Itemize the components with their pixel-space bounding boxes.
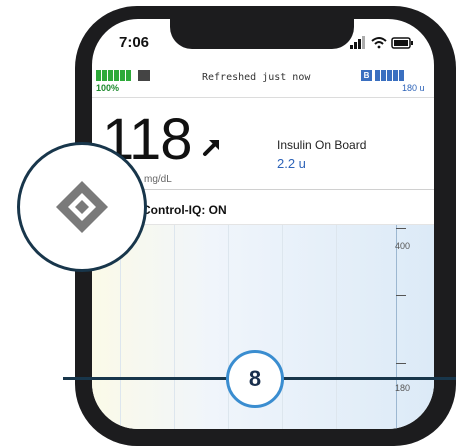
refresh-status: Refreshed just now [202,72,311,83]
cgm-sensor-icon [138,70,150,81]
insulin-remaining: 180 u [402,83,425,93]
wifi-icon [371,37,387,49]
bolus-badge: B [361,70,372,81]
iob-value: 2.2 u [277,156,306,171]
diamond-logo-icon [56,181,108,233]
info-bar: 100% Refreshed just now B 180 u [92,65,434,98]
step-number-badge: 8 [226,350,284,408]
grid-line [336,225,337,429]
phone-notch [170,19,354,49]
axis-tick [396,228,406,229]
iob-label: Insulin On Board [277,138,367,152]
grid-line [282,225,283,429]
grid-line [228,225,229,429]
control-iq-status: Control-IQ: ON [142,203,227,217]
battery-icon [391,37,413,49]
axis-tick [396,363,406,364]
grid-line [174,225,175,429]
status-time: 7:06 [119,34,150,51]
cellular-signal-icon [350,36,365,49]
axis-tick [396,295,406,296]
glucose-unit: mg/dL [144,174,172,185]
axis-label-180: 180 [395,383,411,393]
status-icons [350,36,413,49]
pump-battery-icon [96,70,131,81]
arrow-up-right-icon [203,140,219,156]
control-iq-logo [17,142,147,272]
insulin-level-icon [375,70,404,81]
graph-axis [396,225,397,429]
pump-battery-percent: 100% [96,83,120,93]
axis-label-400: 400 [395,241,411,251]
